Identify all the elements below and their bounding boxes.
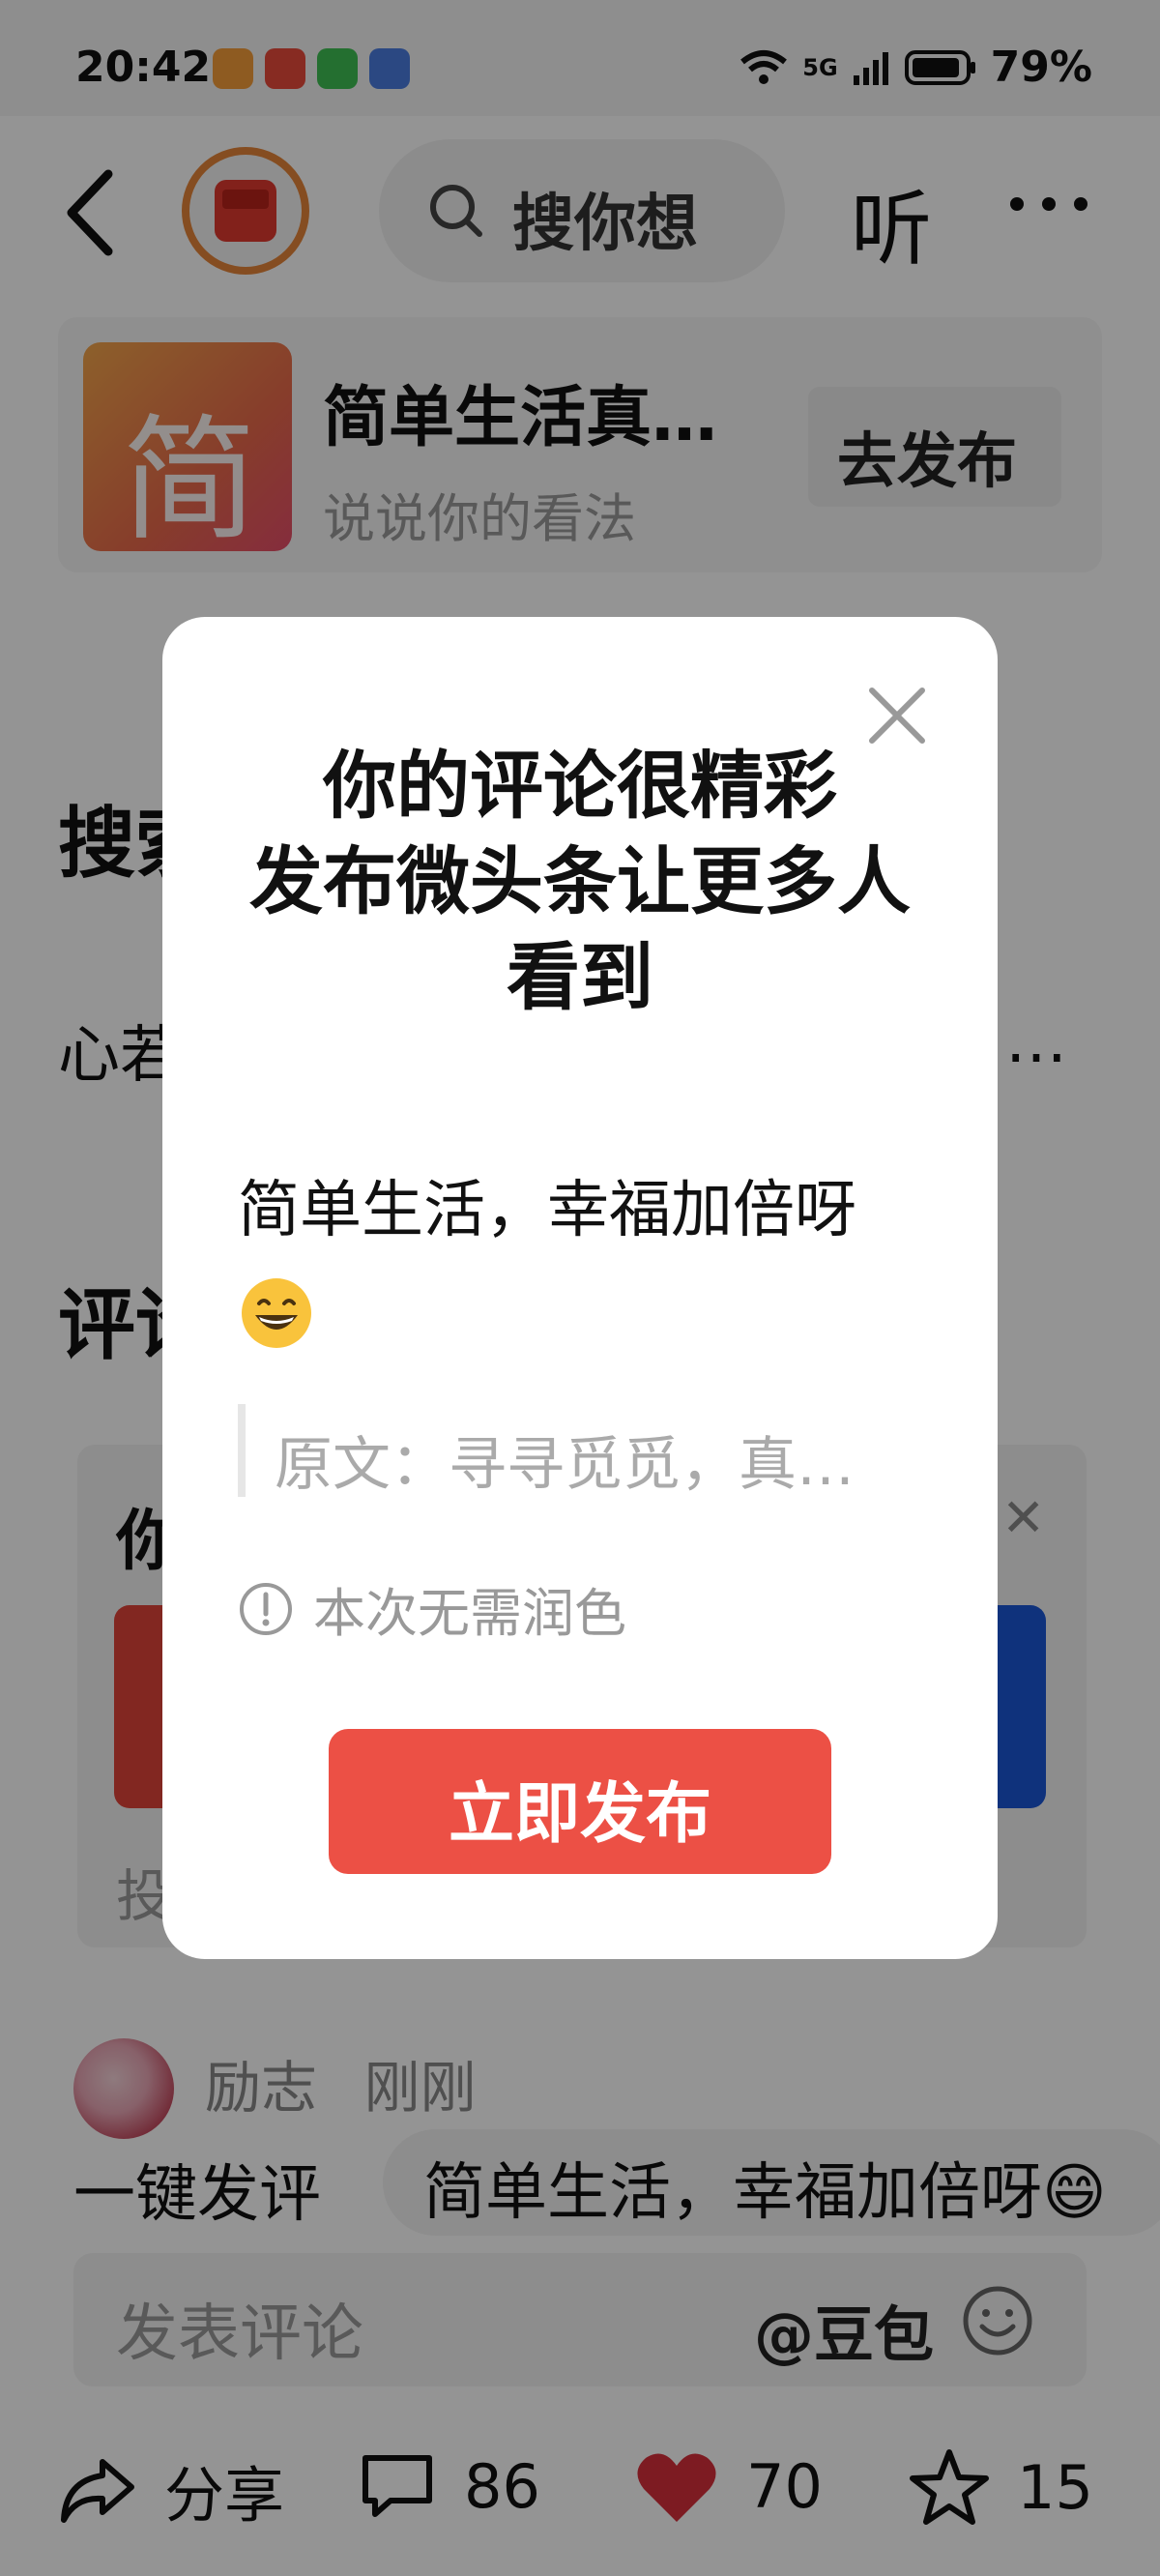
grinning-emoji-icon [242,1278,311,1348]
dialog-title-line-2: 发布微头条让更多人 [249,837,911,924]
publish-now-label: 立即发布 [448,1776,711,1853]
info-icon [240,1582,292,1635]
dialog-title-line-3: 看到 [507,933,653,1020]
polish-hint: 本次无需润色 [238,1570,626,1647]
dialog-title: 你的评论很精彩 发布微头条让更多人 看到 [162,739,998,1025]
dialog-comment-text: 简单生活，幸福加倍呀 [238,1175,856,1246]
dialog-title-line-1: 你的评论很精彩 [323,743,837,829]
original-text: 原文：寻寻觅觅，真… [275,1431,855,1499]
polish-hint-text: 本次无需润色 [313,1583,626,1644]
